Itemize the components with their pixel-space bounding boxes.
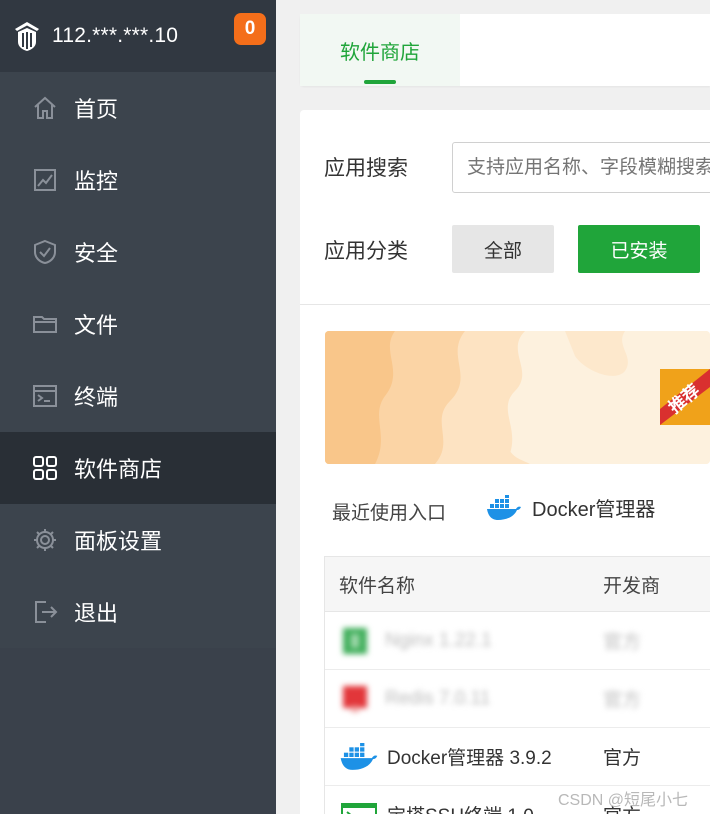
sidebar-item-files[interactable]: 文件 <box>0 288 276 360</box>
sidebar-item-monitor[interactable]: 监控 <box>0 144 276 216</box>
sidebar-header: 112.***.***.10 0 <box>0 0 276 72</box>
monitor-icon <box>31 166 59 194</box>
ssh-terminal-icon <box>341 802 377 814</box>
tab-app-store[interactable]: 软件商店 <box>300 14 460 86</box>
table-row[interactable]: Redis 7.0.11 官方 <box>325 670 710 728</box>
sidebar-menu: 首页 监控 安全 文件 终端 软件商店 面板设置 退出 <box>0 72 276 648</box>
sidebar-item-label: 面板设置 <box>74 529 163 554</box>
logout-icon <box>31 598 59 626</box>
software-name-cell: Docker管理器 3.9.2 <box>325 742 589 771</box>
folder-icon <box>31 310 59 338</box>
banner-background <box>325 331 710 464</box>
recent-app-name: Docker管理器 <box>532 499 656 521</box>
shield-icon <box>31 238 59 266</box>
home-icon <box>31 94 59 122</box>
sidebar-item-label: 安全 <box>74 241 119 266</box>
recommend-banner[interactable]: 推荐 <box>325 331 710 464</box>
search-label: 应用搜索 <box>324 157 408 180</box>
sidebar-item-label: 首页 <box>74 97 119 122</box>
software-name-cell: Nginx 1.22.1 <box>325 626 589 656</box>
vendor-cell: 官方 <box>603 632 642 653</box>
gear-icon <box>31 526 59 554</box>
nginx-icon <box>343 627 367 654</box>
watermark: CSDN @短尾小七 <box>558 792 689 809</box>
software-name: Docker管理器 3.9.2 <box>387 748 552 769</box>
tab-bar: 软件商店 <box>300 14 710 86</box>
sidebar-item-label: 监控 <box>74 169 119 194</box>
sidebar-item-security[interactable]: 安全 <box>0 216 276 288</box>
sidebar-item-terminal[interactable]: 终端 <box>0 360 276 432</box>
recent-app-docker[interactable]: Docker管理器 <box>486 493 655 522</box>
software-name: 宝塔SSH终端 1.0 <box>387 801 534 814</box>
column-header-vendor: 开发商 <box>603 575 661 597</box>
recent-label: 最近使用入口 <box>332 503 447 524</box>
table-row[interactable]: Docker管理器 3.9.2 官方 <box>325 728 710 786</box>
docker-icon <box>487 494 521 520</box>
table-header: 软件名称 开发商 <box>325 557 710 612</box>
category-installed-button[interactable]: 已安装 <box>578 225 700 273</box>
software-name-cell: Redis 7.0.11 <box>325 684 589 714</box>
search-input[interactable] <box>452 142 710 193</box>
server-ip: 112.***.***.10 <box>52 24 179 47</box>
docker-icon <box>340 742 378 770</box>
terminal-icon <box>31 382 59 410</box>
sidebar-item-app-store[interactable]: 软件商店 <box>0 432 276 504</box>
redis-icon <box>343 685 367 712</box>
table-row[interactable]: Nginx 1.22.1 官方 <box>325 612 710 670</box>
notification-badge[interactable]: 0 <box>234 13 266 45</box>
recommend-tag: 推荐 <box>660 369 710 425</box>
vendor-cell: 官方 <box>603 690 642 711</box>
sidebar-item-label: 文件 <box>74 313 119 338</box>
tab-label: 软件商店 <box>340 41 420 64</box>
grid-icon <box>31 454 59 482</box>
sidebar-item-label: 退出 <box>74 601 119 626</box>
sidebar-item-home[interactable]: 首页 <box>0 72 276 144</box>
sidebar-item-logout[interactable]: 退出 <box>0 576 276 648</box>
category-all-button[interactable]: 全部 <box>452 225 554 273</box>
app-store-panel: 应用搜索 应用分类 全部 已安装 推荐 最近使用入口 <box>300 110 710 814</box>
tab-active-indicator <box>364 80 396 84</box>
sidebar-item-label: 终端 <box>74 385 119 410</box>
category-label: 应用分类 <box>324 240 408 263</box>
vendor-cell: 官方 <box>603 748 642 769</box>
bt-logo-icon <box>12 19 42 53</box>
software-name: Redis 7.0.11 <box>385 687 491 709</box>
column-header-name: 软件名称 <box>339 575 416 597</box>
sidebar: 112.***.***.10 0 首页 监控 安全 文件 终端 软件商店 面板设… <box>0 0 276 814</box>
software-name-cell: 宝塔SSH终端 1.0 <box>325 801 589 814</box>
sidebar-footer <box>0 648 276 814</box>
software-name: Nginx 1.22.1 <box>385 629 492 651</box>
sidebar-item-label: 软件商店 <box>74 457 163 482</box>
sidebar-item-settings[interactable]: 面板设置 <box>0 504 276 576</box>
divider <box>300 304 710 305</box>
software-table: 软件名称 开发商 Nginx 1.22.1 官方 Redis 7.0.11 官方 <box>324 556 710 814</box>
